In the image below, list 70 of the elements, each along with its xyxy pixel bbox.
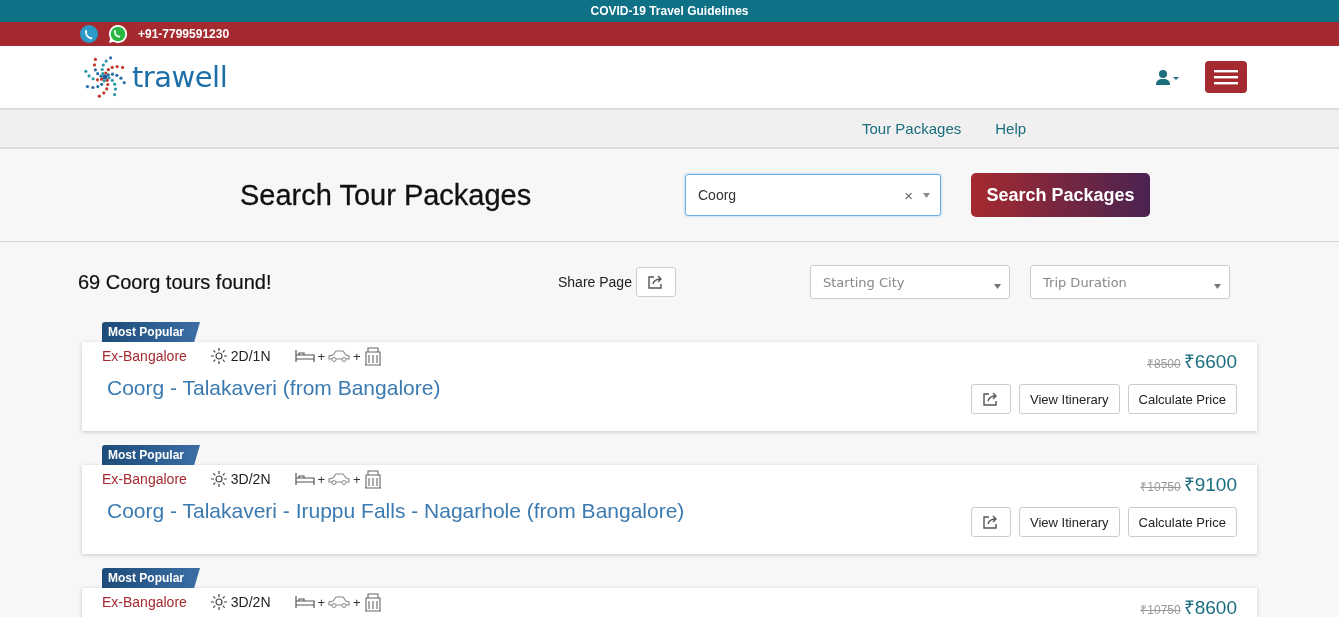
filter-placeholder: Trip Duration (1043, 274, 1127, 290)
package-title-link[interactable]: Coorg - Talakaveri (from Bangalore) (107, 376, 441, 400)
sun-icon (210, 471, 227, 487)
phone-number: +91-7799591230 (138, 27, 230, 41)
share-icon (647, 275, 664, 289)
logo-text[interactable]: trawell (132, 60, 228, 94)
package-title-link[interactable]: Coorg - Talakaveri - Iruppu Falls - Nagarhole (from Bangalore) (107, 499, 685, 523)
nav-link[interactable]: Tour Packages (862, 120, 962, 137)
share-button[interactable] (971, 384, 1012, 414)
building-icon (363, 346, 382, 366)
selected-destination: Coorg (698, 187, 738, 203)
guidelines-link[interactable]: COVID-19 Travel Guidelines (590, 4, 749, 18)
plus-sign: + (353, 348, 361, 364)
duration-text: 3D/2N (230, 471, 271, 487)
old-price: ₹10750 (1140, 479, 1181, 495)
menu-icon (1214, 69, 1238, 85)
package-price: ₹8600 (1183, 596, 1237, 617)
package-price: ₹9100 (1183, 473, 1237, 497)
bed-icon (294, 350, 315, 362)
plus-sign: + (353, 471, 361, 487)
origin-label: Ex-Bangalore (102, 471, 187, 487)
user-icon[interactable] (1155, 69, 1181, 85)
card-action-button[interactable]: View Itinerary (1019, 384, 1120, 414)
bed-icon (294, 473, 315, 485)
card-action-button[interactable]: View Itinerary (1019, 507, 1120, 537)
menu-button[interactable] (1205, 61, 1247, 93)
building-icon (363, 592, 382, 612)
building-icon (363, 469, 382, 489)
car-icon (328, 596, 351, 608)
duration-text: 3D/2N (230, 594, 271, 610)
plus-sign: + (317, 594, 326, 610)
package-price: ₹6600 (1183, 350, 1237, 374)
most-popular-ribbon: Most Popular (102, 568, 200, 588)
plus-sign: + (317, 471, 326, 487)
sun-icon (210, 594, 227, 610)
results-count: 69 Coorg tours found! (78, 270, 273, 294)
filter-placeholder: Starting City (823, 274, 905, 290)
filter-select[interactable]: Trip Duration (1030, 265, 1230, 299)
duration-text: 2D/1N (230, 348, 271, 364)
car-icon (328, 350, 351, 362)
search-title: Search Tour Packages (240, 178, 533, 212)
plus-sign: + (353, 594, 361, 610)
plus-sign: + (317, 348, 326, 364)
dropdown-caret-icon[interactable] (923, 192, 930, 198)
car-icon (328, 473, 351, 485)
dropdown-caret-icon (1214, 284, 1221, 289)
destination-select[interactable]: Coorg × (685, 174, 941, 216)
sun-icon (210, 348, 227, 364)
origin-label: Ex-Bangalore (102, 348, 187, 364)
origin-label: Ex-Bangalore (102, 594, 187, 610)
share-label: Share Page (558, 274, 632, 290)
nav-link[interactable]: Help (995, 120, 1027, 137)
most-popular-ribbon: Most Popular (102, 322, 200, 342)
share-button[interactable] (635, 267, 676, 297)
filter-select[interactable]: Starting City (810, 265, 1010, 299)
card-action-button[interactable]: Calculate Price (1127, 507, 1237, 537)
share-button[interactable] (971, 507, 1012, 537)
globe-dots-icon (82, 54, 128, 100)
phone-icon[interactable] (80, 25, 98, 43)
old-price: ₹8500 (1147, 356, 1181, 372)
whatsapp-icon[interactable] (108, 24, 128, 44)
card-action-button[interactable]: Calculate Price (1127, 384, 1237, 414)
old-price: ₹10750 (1140, 602, 1181, 617)
share-icon (983, 515, 1000, 529)
dropdown-caret-icon (994, 284, 1001, 289)
share-icon (983, 392, 1000, 406)
search-packages-button[interactable]: Search Packages (971, 173, 1150, 217)
most-popular-ribbon: Most Popular (102, 445, 200, 465)
clear-button[interactable]: × (904, 186, 913, 204)
bed-icon (294, 596, 315, 608)
